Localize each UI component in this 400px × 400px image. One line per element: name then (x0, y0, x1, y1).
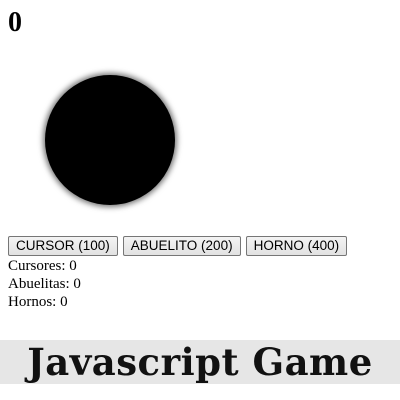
banner-title: Javascript Game (27, 340, 373, 384)
score-counter: 0 (8, 7, 22, 38)
buy-horno-button[interactable]: HORNO (400) (245, 236, 348, 256)
buy-abuelito-button[interactable]: ABUELITO (200) (122, 236, 241, 256)
buy-cursor-button[interactable]: CURSOR (100) (8, 236, 118, 256)
cookie-click-target[interactable] (45, 75, 175, 205)
stat-abuelitas: Abuelitas: 0 (8, 276, 81, 292)
stats-panel: Cursores: 0 Abuelitas: 0 Hornos: 0 (8, 257, 81, 311)
stat-hornos: Hornos: 0 (8, 294, 68, 310)
stat-cursores: Cursores: 0 (8, 258, 77, 274)
shop-toolbar: CURSOR (100) ABUELITO (200) HORNO (400) (8, 236, 348, 256)
title-banner: Javascript Game (0, 340, 400, 384)
